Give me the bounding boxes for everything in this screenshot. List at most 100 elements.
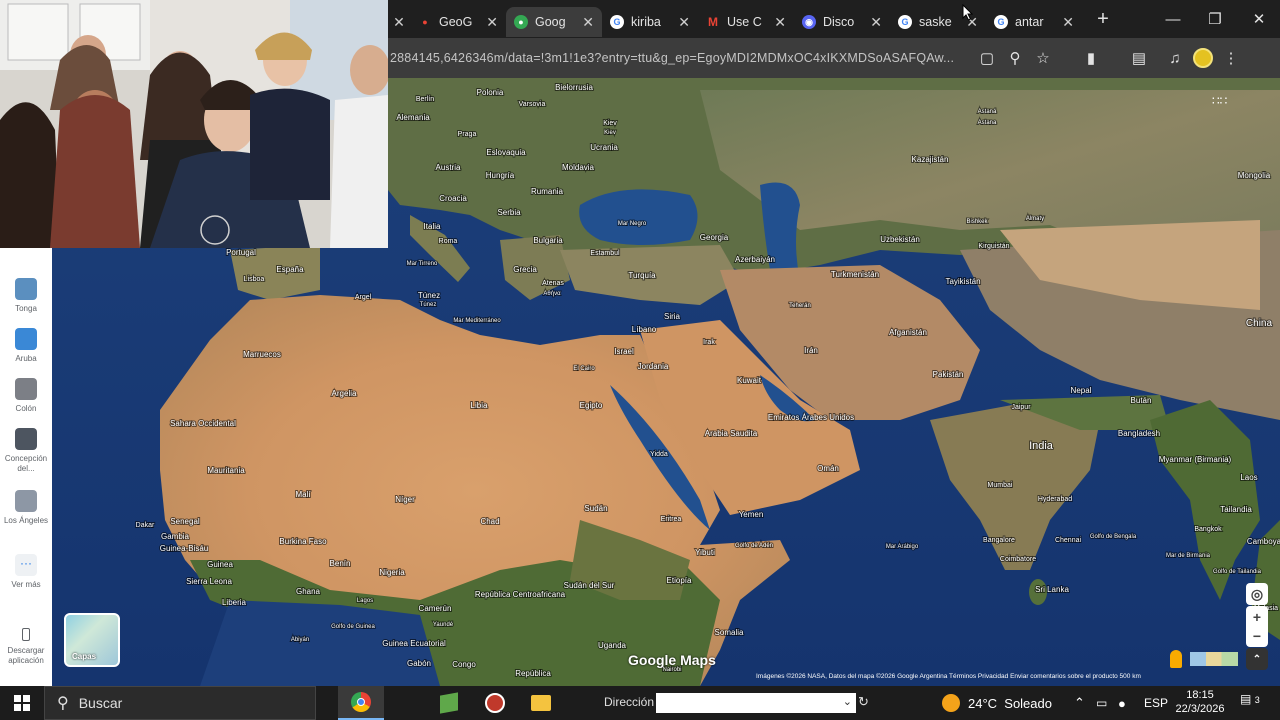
map-label[interactable]: Bulgaria xyxy=(532,235,564,246)
close-icon[interactable]: ✕ xyxy=(486,14,498,31)
map-label[interactable]: Golfo de Tailandia xyxy=(1212,568,1263,576)
reading-mode-icon[interactable]: ▤ xyxy=(1125,44,1153,72)
map-label[interactable]: Roma xyxy=(438,237,459,246)
map-label[interactable]: Grecia xyxy=(512,264,538,275)
map-label[interactable]: Moldavia xyxy=(561,162,596,173)
map-label[interactable]: Portugal xyxy=(225,247,257,258)
map-label[interactable]: Sudán del Sur xyxy=(563,580,616,591)
map-label[interactable]: Nigeria xyxy=(378,567,406,578)
map-label[interactable]: Serbia xyxy=(496,207,522,218)
map-label[interactable]: Malí xyxy=(294,489,312,500)
map-label[interactable]: Rumania xyxy=(530,186,565,197)
zoom-out-button[interactable]: − xyxy=(1246,625,1268,647)
map-label[interactable]: Mar Tirreno xyxy=(406,260,439,268)
map-label[interactable]: Marruecos xyxy=(242,349,282,360)
map-label[interactable]: República Centroafricana xyxy=(474,589,567,600)
map-label[interactable]: Turkmenistán xyxy=(830,269,880,280)
map-label[interactable]: Eritrea xyxy=(660,515,683,524)
tab-0[interactable]: ● GeoG ✕ xyxy=(410,7,506,37)
map-label[interactable]: Atenas xyxy=(541,279,565,288)
my-location-button[interactable]: ◎ xyxy=(1246,583,1268,605)
map-label[interactable]: Guinea-Bisáu xyxy=(159,543,209,554)
map-label[interactable]: Estambul xyxy=(589,249,621,258)
sidebar-item-colon[interactable]: Colón xyxy=(0,378,52,414)
language-indicator[interactable]: ESP xyxy=(1144,686,1168,720)
direccion-input[interactable]: ⌄ xyxy=(656,693,856,713)
map-label[interactable]: Kazajistán xyxy=(911,154,950,165)
map-label[interactable]: Tailandia xyxy=(1219,504,1253,515)
map-label[interactable]: China xyxy=(1245,317,1274,330)
map-label[interactable]: Somalia xyxy=(714,627,745,638)
map-label[interactable]: Siria xyxy=(663,311,682,322)
map-label[interactable]: Guinea xyxy=(206,559,234,570)
map-label[interactable]: Georgia xyxy=(699,232,730,243)
sidebar-item-concepcion[interactable]: Concepción del... xyxy=(0,428,52,474)
tab-3[interactable]: M Use C ✕ xyxy=(698,7,794,37)
download-app-button[interactable]: Descargar aplicación xyxy=(0,628,52,666)
map-label[interactable]: Yibuti xyxy=(694,547,716,558)
map-label[interactable]: Kiev xyxy=(602,119,618,128)
profile-avatar[interactable] xyxy=(1189,44,1217,72)
restore-button[interactable]: ❐ xyxy=(1194,0,1236,38)
map-label[interactable]: Chennai xyxy=(1054,536,1083,545)
zoom-icon[interactable]: ⚲ xyxy=(1001,44,1029,72)
map-label[interactable]: Jaipur xyxy=(1010,403,1032,412)
sidebar-item-ver-mas[interactable]: ··· Ver más xyxy=(0,554,52,590)
map-label[interactable]: Liberia xyxy=(221,597,248,608)
expand-button[interactable]: ⌃ xyxy=(1246,648,1268,670)
map-label[interactable]: Hyderabad xyxy=(1037,495,1073,504)
minimize-button[interactable]: — xyxy=(1152,0,1194,38)
map-label[interactable]: Mar Arábigo xyxy=(885,543,920,551)
media-controls-icon[interactable]: ♫ xyxy=(1161,44,1189,72)
tab-1[interactable]: ● Goog ✕ xyxy=(506,7,602,37)
url-field[interactable]: 2884145,6426346m/data=!3m1!1e3?entry=ttu… xyxy=(390,51,965,65)
map-label[interactable]: Polonia xyxy=(476,87,505,98)
map-label[interactable]: Túnez xyxy=(417,290,441,301)
map-label[interactable]: Αθήνα xyxy=(542,289,562,298)
pegman-icon[interactable] xyxy=(1170,650,1182,668)
chevron-down-icon[interactable]: ⌄ xyxy=(843,695,852,708)
map-label[interactable]: Egipto xyxy=(579,400,604,411)
map-label[interactable]: Mar Mediterráneo xyxy=(452,317,502,325)
map-label[interactable]: Astaná xyxy=(977,108,998,116)
taskbar-minecraft-icon[interactable] xyxy=(426,686,472,720)
layers-button[interactable]: Capas xyxy=(64,613,120,667)
map-label[interactable]: Uzbekistán xyxy=(879,234,921,245)
window-close-button[interactable]: ✕ xyxy=(1238,0,1280,38)
close-icon[interactable]: ✕ xyxy=(870,14,882,31)
map-label[interactable]: Bielorrusia xyxy=(554,82,594,93)
network-icon[interactable]: ▭ xyxy=(1096,686,1107,720)
map-label[interactable]: Níger xyxy=(394,494,416,505)
map-label[interactable]: Bishkek xyxy=(965,218,989,226)
map-label[interactable]: Burkina Faso xyxy=(278,536,328,547)
taskbar-search[interactable]: ⚲ Buscar xyxy=(44,686,316,720)
map-label[interactable]: Congo xyxy=(451,659,477,670)
windows-start-button[interactable] xyxy=(0,686,44,720)
map-label[interactable]: El Cairo xyxy=(572,365,596,373)
sidebar-item-aruba[interactable]: Aruba xyxy=(0,328,52,364)
map-label[interactable]: España xyxy=(275,264,305,275)
map-label[interactable]: Irán xyxy=(803,345,819,356)
tab-2[interactable]: G kiriba ✕ xyxy=(602,7,698,37)
map-label[interactable]: Gabón xyxy=(406,658,432,669)
map-label[interactable]: Golfo de Adén xyxy=(734,542,774,550)
map-label[interactable]: Myanmar (Birmania) xyxy=(1158,454,1233,465)
map-label[interactable]: Golfo de Bengala xyxy=(1089,533,1138,541)
map-label[interactable]: Kiev xyxy=(603,129,617,137)
map-label[interactable]: Yaundé xyxy=(432,621,455,629)
map-label[interactable]: Argelia xyxy=(331,388,358,399)
close-icon[interactable]: ✕ xyxy=(678,14,690,31)
map-label[interactable]: Senegal xyxy=(169,516,201,527)
map-label[interactable]: Israel xyxy=(613,346,635,357)
map-label[interactable]: República xyxy=(514,668,552,679)
map-label[interactable]: Argel xyxy=(354,293,373,302)
browser-menu-icon[interactable]: ⋮ xyxy=(1217,44,1245,72)
map-label[interactable]: Guinea Ecuatorial xyxy=(381,638,447,649)
map-label[interactable]: Kirguistán xyxy=(977,242,1010,251)
map-label[interactable]: Ucrania xyxy=(589,142,619,153)
map-label[interactable]: Túnez xyxy=(419,301,438,309)
map-label[interactable]: Bután xyxy=(1130,395,1153,406)
map-label[interactable]: Tayikistán xyxy=(944,276,981,287)
map-label[interactable]: Sudán xyxy=(583,503,608,514)
map-label[interactable]: Eslovaquia xyxy=(485,147,527,158)
